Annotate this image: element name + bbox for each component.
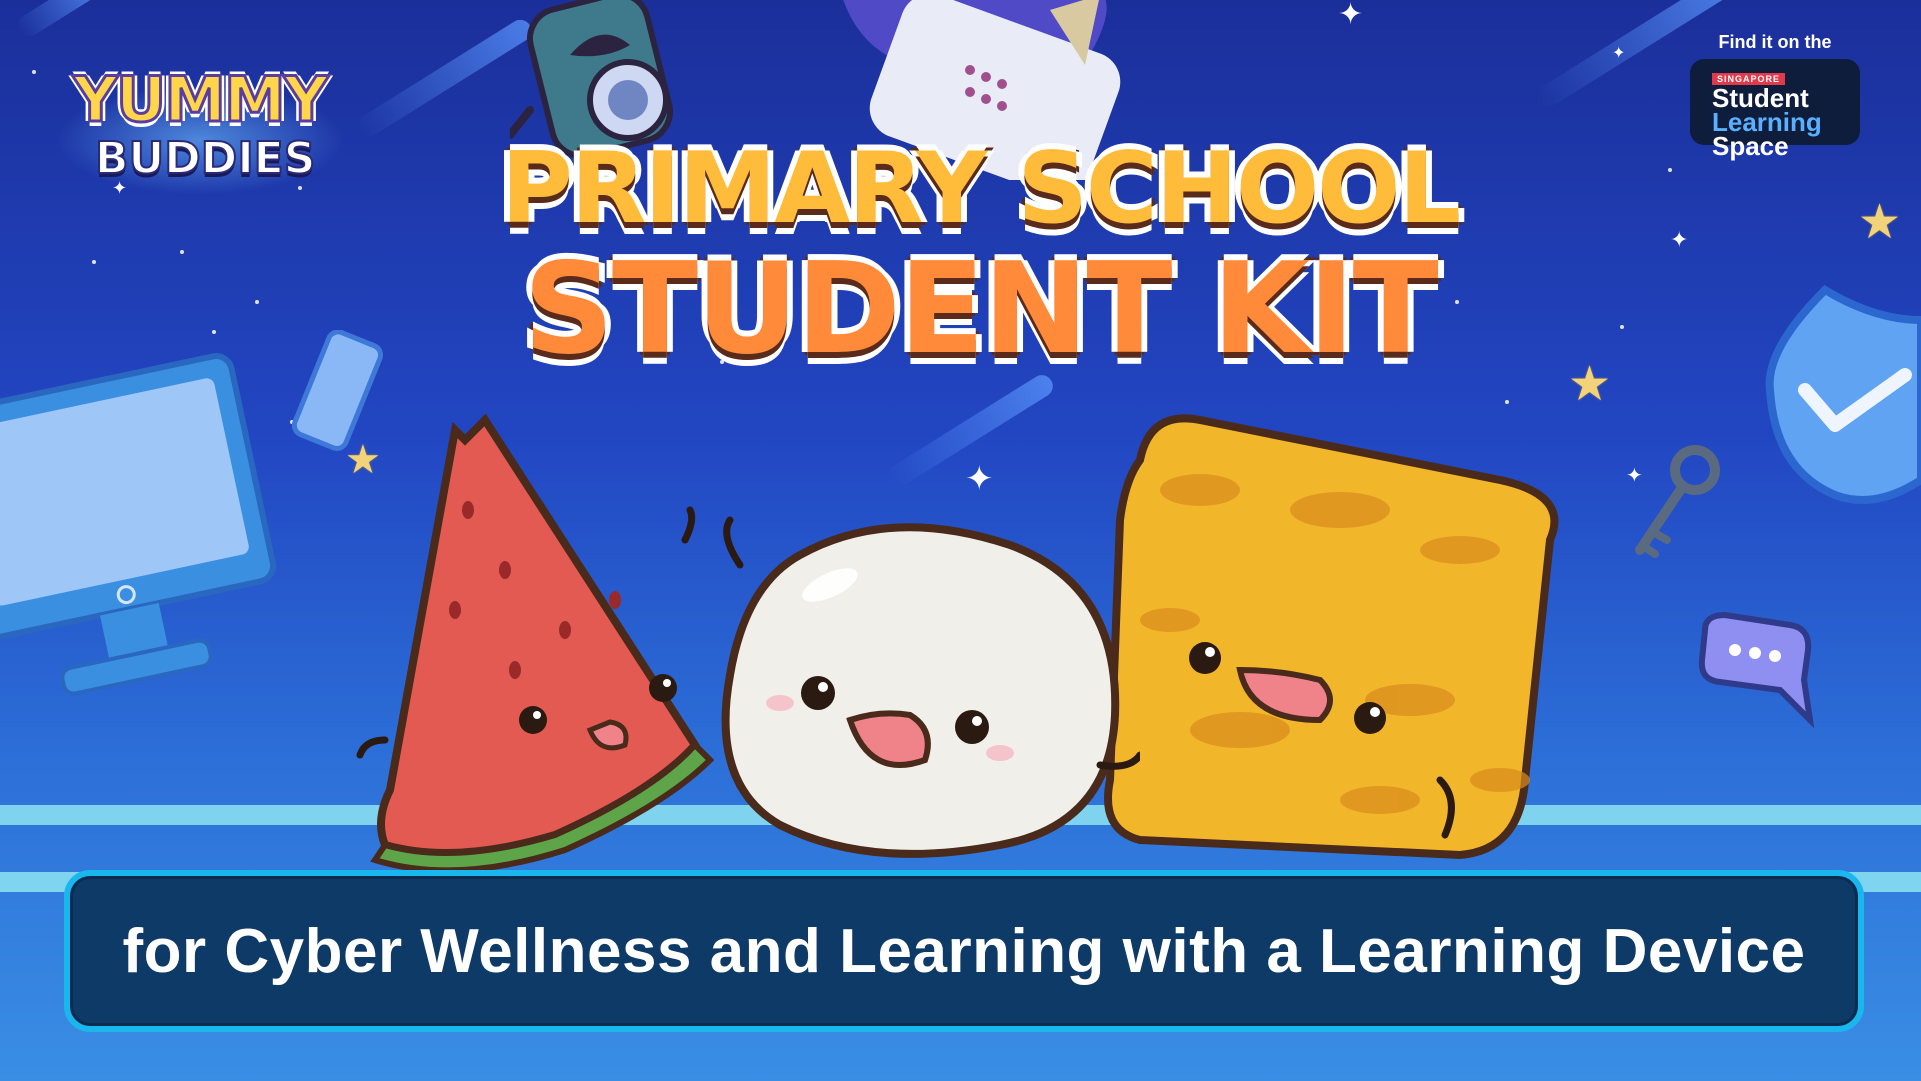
star-dot (1620, 325, 1624, 329)
badge-find-text: Find it on the (1718, 32, 1832, 52)
chat-bubble-illustration (1698, 611, 1815, 729)
star-dot (255, 300, 259, 304)
title-line-1: PRIMARY SCHOOL (498, 132, 1464, 246)
computer-monitor-illustration (0, 353, 277, 696)
star-dot (92, 260, 96, 264)
yummy-buddies-logo: YUMMY BUDDIES (55, 55, 345, 195)
logo-line-1: YUMMY (72, 62, 331, 138)
meteor-streak (14, 0, 103, 41)
title-line-2: STUDENT KIT (520, 235, 1441, 382)
badge-box: SINGAPORE Student Learning Space (1690, 59, 1860, 159)
page-title: PRIMARY SCHOOL STUDENT KIT (440, 132, 1520, 382)
yellow-cake-character (1104, 414, 1559, 860)
meteor-streak (354, 15, 536, 141)
key-illustration (1635, 445, 1720, 558)
caption-text: for Cyber Wellness and Learning with a L… (122, 916, 1806, 986)
security-shield-illustration (1765, 284, 1921, 504)
logo-line-2: BUDDIES (94, 132, 316, 185)
banner-stage: ✦ ✦ ✦ ✦ ✦ ✦ ★ ★ ★ (0, 0, 1921, 1081)
sparkle-icon: ✦ (1612, 43, 1626, 62)
badge-line-3: Space (1712, 131, 1789, 161)
caption-box: for Cyber Wellness and Learning with a L… (64, 870, 1864, 1032)
star-dot (180, 250, 184, 254)
sparkle-icon: ✦ (1338, 0, 1364, 32)
white-cake-character (721, 516, 1140, 858)
gold-star-icon: ★ (1858, 194, 1902, 250)
star-dot (32, 70, 36, 74)
student-learning-space-badge[interactable]: Find it on the SINGAPORE Student Learnin… (1690, 32, 1860, 159)
watermelon-character (356, 413, 715, 874)
sparkle-icon: ✦ (965, 459, 994, 499)
sparkle-icon: ✦ (1670, 228, 1689, 253)
star-dot (212, 330, 216, 334)
star-dot (1668, 168, 1672, 172)
